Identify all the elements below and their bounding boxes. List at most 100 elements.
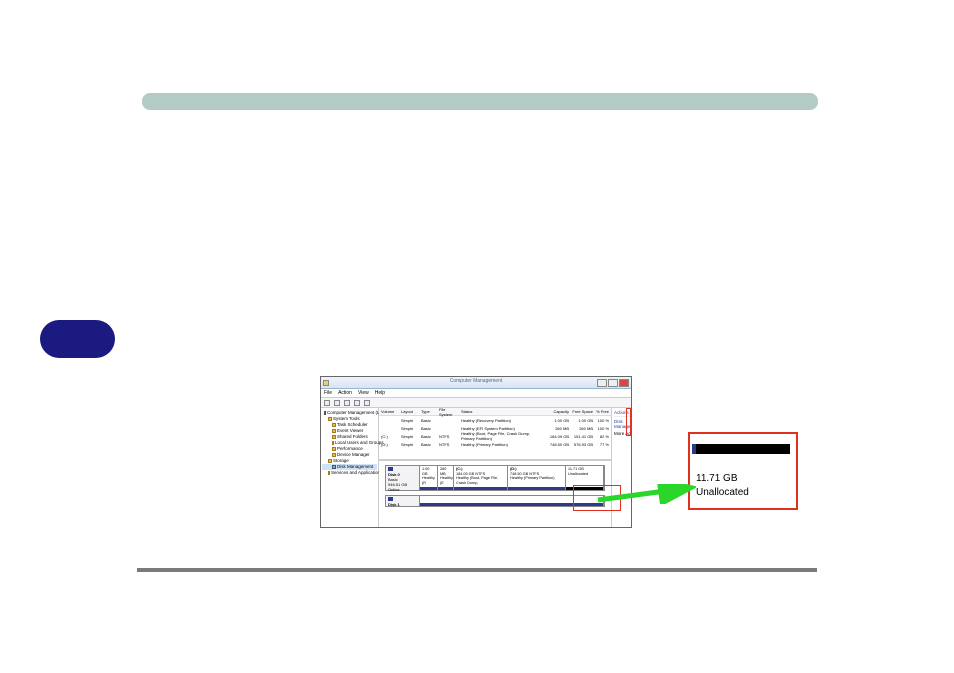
disk-name: Disk 1 (388, 502, 400, 507)
cell: Healthy (Primary Partition) (461, 442, 543, 447)
refresh-icon[interactable] (344, 400, 350, 406)
col-capacity[interactable]: Capacity (545, 409, 569, 414)
tree-item-services[interactable]: Services and Applications (322, 470, 377, 476)
table-row[interactable]: (C:) Simple Basic NTFS Healthy (Boot, Pa… (379, 432, 611, 440)
titlebar: Computer Management (321, 377, 631, 389)
disk-state: Online (388, 487, 400, 492)
back-icon[interactable] (324, 400, 330, 406)
partition-efi[interactable]: 260 MB Healthy (E (438, 466, 454, 490)
partition-d[interactable]: (D:) 748.50 GB NTFS Healthy (Primary Par… (508, 466, 566, 490)
cell: 576.93 GB (571, 442, 593, 447)
cell: Basic (421, 434, 437, 439)
properties-icon[interactable] (354, 400, 360, 406)
cell: Basic (421, 426, 437, 431)
disk-management-window: Computer Management File Action View Hel… (320, 376, 632, 528)
cell: 260 MB (545, 426, 569, 431)
cell: NTFS (439, 434, 459, 439)
col-layout[interactable]: Layout (401, 409, 419, 414)
col-type[interactable]: Type (421, 409, 437, 414)
cell: Simple (401, 426, 419, 431)
cell: 100 % (595, 426, 609, 431)
actions-more[interactable]: More Actions (614, 429, 632, 436)
menu-action[interactable]: Action (338, 390, 352, 396)
part-size: 748.50 GB NTFS (510, 472, 539, 476)
cell: 77 % (595, 442, 609, 447)
cell: 151.41 GB (571, 434, 593, 439)
partition[interactable] (420, 496, 604, 506)
callout-zoom: 11.71 GB Unallocated (688, 432, 798, 510)
cell: 100 % (595, 418, 609, 423)
cell: 260 MB (571, 426, 593, 431)
part-status: Healthy (Boot, Page File, Crash Dump, (456, 476, 498, 485)
device-icon (332, 453, 336, 457)
window-title: Computer Management (321, 378, 631, 384)
part-size: 1.00 GB (422, 467, 429, 476)
help-icon[interactable] (364, 400, 370, 406)
table-row[interactable]: Simple Basic Healthy (Recovery Partition… (379, 416, 611, 424)
partition-c[interactable]: (C:) 184.09 GB NTFS Healthy (Boot, Page … (454, 466, 508, 490)
disk-label: Disk 1 Basic (386, 496, 420, 506)
col-pfree[interactable]: % Free (595, 409, 609, 414)
cell: (D:) (381, 442, 399, 447)
actions-link[interactable]: Disk Management (614, 417, 632, 429)
task-icon (332, 423, 336, 427)
actions-header: Actions (614, 410, 632, 417)
menu-file[interactable]: File (324, 390, 332, 396)
actions-pane: Actions Disk Management More Actions (611, 408, 632, 527)
col-status[interactable]: Status (461, 409, 543, 414)
col-volume[interactable]: Volume (381, 409, 399, 414)
part-status: Healthy (Primary Partition) (510, 476, 555, 480)
menu-view[interactable]: View (358, 390, 369, 396)
disk-icon (388, 497, 393, 501)
part-title: (C:) (456, 467, 463, 471)
note-pill (40, 320, 115, 358)
table-row[interactable]: (D:) Simple Basic NTFS Healthy (Primary … (379, 440, 611, 448)
cell: Healthy (Boot, Page File, Crash Dump, Pr… (461, 431, 543, 441)
part-status: Healthy (R (422, 476, 435, 485)
disk-icon (332, 465, 336, 469)
disk-1-row[interactable]: Disk 1 Basic (385, 495, 605, 507)
body: Computer Management (Local) System Tools… (321, 408, 631, 527)
col-fs[interactable]: File System (439, 407, 459, 417)
separator-line (137, 568, 817, 572)
services-icon (328, 471, 330, 475)
disk-icon (388, 467, 393, 471)
volume-table: Volume Layout Type File System Status Ca… (379, 408, 611, 460)
folder-icon (328, 417, 332, 421)
partition-unallocated[interactable]: 11.71 GB Unallocated (566, 466, 604, 490)
cell: 82 % (595, 434, 609, 439)
cell: Healthy (Recovery Partition) (461, 418, 543, 423)
callout-text: 11.71 GB Unallocated (696, 472, 749, 500)
callout-size: 11.71 GB (696, 473, 738, 484)
cell: Healthy (EFI System Partition) (461, 426, 543, 431)
partition-recovery[interactable]: 1.00 GB Healthy (R (420, 466, 438, 490)
cell: Simple (401, 434, 419, 439)
disk-0-row[interactable]: Disk 0 Basic 946.51 GB Online 1.00 GB He… (385, 465, 605, 491)
cell: NTFS (439, 442, 459, 447)
tree-pane: Computer Management (Local) System Tools… (321, 408, 379, 527)
cell: 748.50 GB (545, 442, 569, 447)
cell: Basic (421, 442, 437, 447)
menu-bar: File Action View Help (321, 389, 631, 398)
callout-band (696, 444, 790, 454)
blue-header-band (142, 93, 818, 110)
storage-icon (328, 459, 332, 463)
cell: 1.00 GB (545, 418, 569, 423)
cell: 184.09 GB (545, 434, 569, 439)
perf-icon (332, 447, 336, 451)
callout-label: Unallocated (696, 487, 749, 498)
disk-label: Disk 0 Basic 946.51 GB Online (386, 466, 420, 490)
col-free[interactable]: Free Space (571, 409, 593, 414)
graphical-view: Disk 0 Basic 946.51 GB Online 1.00 GB He… (379, 460, 611, 527)
toolbar (321, 398, 631, 408)
share-icon (332, 435, 336, 439)
part-size: 260 MB (440, 467, 446, 476)
computer-icon (324, 411, 326, 415)
part-size: 11.71 GB (568, 467, 584, 471)
cell: 1.00 GB (571, 418, 593, 423)
part-size: 184.09 GB NTFS (456, 472, 485, 476)
forward-icon[interactable] (334, 400, 340, 406)
menu-help[interactable]: Help (375, 390, 385, 396)
cell: Simple (401, 418, 419, 423)
tree-label: Services and Applications (331, 470, 382, 476)
